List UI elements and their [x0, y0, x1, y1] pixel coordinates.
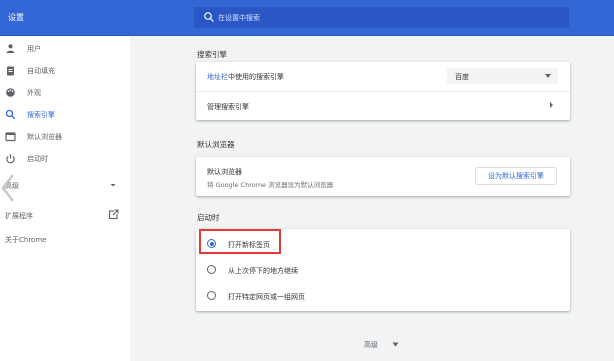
sidebar-item-people[interactable]: 用户: [0, 40, 130, 58]
annotation-highlight-box: [199, 229, 281, 254]
sidebar-item-default-browser[interactable]: 默认浏览器: [0, 128, 130, 146]
caret-right-icon: [550, 102, 553, 108]
sidebar-item-appearance[interactable]: 外观: [0, 84, 130, 102]
sidebar-item-label: 启动时: [27, 155, 48, 163]
make-default-button[interactable]: 设为默认搜索引擎: [475, 167, 557, 185]
radio-continue-where-left-off[interactable]: [207, 265, 216, 274]
radio-label-specific-pages: 打开特定网页或一组网页: [228, 293, 305, 301]
sidebar-item-search-engine[interactable]: 搜索引擎: [0, 106, 130, 124]
sidebar-item-autofill[interactable]: 自动填充: [0, 62, 130, 80]
search-engine-card: 地址栏中使用的搜索引擎 百度 管理搜索引擎: [196, 62, 570, 120]
address-bar-link[interactable]: 地址栏: [207, 73, 228, 81]
sidebar-item-on-startup[interactable]: 启动时: [0, 150, 130, 168]
search-engine-row-text: 中使用的搜索引擎: [228, 73, 284, 81]
default-browser-subtitle: 将 Google Chrome 浏览器设为默认浏览器: [207, 181, 334, 189]
chevron-left-icon[interactable]: [0, 172, 16, 204]
clipboard-icon: [7, 66, 14, 76]
search-engine-row-label: 地址栏中使用的搜索引擎: [207, 72, 284, 82]
sidebar-advanced-toggle[interactable]: 高级: [0, 176, 130, 194]
manage-search-engines-row[interactable]: 管理搜索引擎: [196, 91, 570, 120]
caret-down-icon: [392, 342, 399, 347]
search-box[interactable]: [194, 7, 569, 28]
search-icon: [5, 109, 16, 120]
sidebar-item-label: 自动填充: [27, 67, 55, 75]
power-icon: [6, 154, 15, 164]
sidebar-item-label: 扩展程序: [5, 212, 33, 220]
sidebar-item-label: 关于Chrome: [5, 236, 47, 244]
top-bar: 设置: [0, 0, 614, 36]
default-browser-card: 默认浏览器 将 Google Chrome 浏览器设为默认浏览器 设为默认搜索引…: [196, 157, 570, 196]
advanced-settings-label: 高级: [364, 341, 378, 349]
search-engine-row: 地址栏中使用的搜索引擎 百度: [196, 62, 570, 91]
search-input[interactable]: [218, 7, 558, 28]
section-title-search-engine: 搜索引擎: [197, 50, 227, 59]
sidebar: 用户 自动填充 外观 搜索引擎 默认浏览器 启动时 高级 扩展程序 关于Chro…: [0, 36, 130, 361]
search-engine-select[interactable]: 百度: [447, 68, 558, 84]
search-engine-select-value: 百度: [455, 73, 469, 81]
section-title-default-browser: 默认浏览器: [197, 140, 235, 149]
radio-open-specific-pages[interactable]: [207, 291, 216, 300]
default-browser-title: 默认浏览器: [207, 168, 242, 176]
sidebar-item-extensions[interactable]: 扩展程序: [0, 206, 130, 224]
sidebar-item-label: 默认浏览器: [27, 133, 62, 141]
sidebar-item-label: 用户: [27, 45, 41, 53]
browser-window-icon: [5, 132, 16, 142]
caret-down-icon: [545, 74, 551, 78]
palette-icon: [6, 88, 15, 97]
person-icon: [6, 44, 15, 53]
sidebar-item-label: 搜索引擎: [27, 111, 55, 119]
section-title-on-startup: 启动时: [197, 213, 220, 222]
search-icon: [204, 12, 214, 22]
radio-label-continue: 从上次停下的地方继续: [228, 267, 298, 275]
page-title: 设置: [8, 13, 24, 22]
sidebar-item-label: 外观: [27, 89, 41, 97]
open-in-new-icon: [108, 209, 119, 220]
manage-search-engines-label: 管理搜索引擎: [207, 103, 249, 111]
advanced-settings-toggle[interactable]: 高级: [364, 338, 404, 352]
sidebar-item-about[interactable]: 关于Chrome: [0, 231, 130, 249]
caret-down-icon: [110, 184, 116, 187]
